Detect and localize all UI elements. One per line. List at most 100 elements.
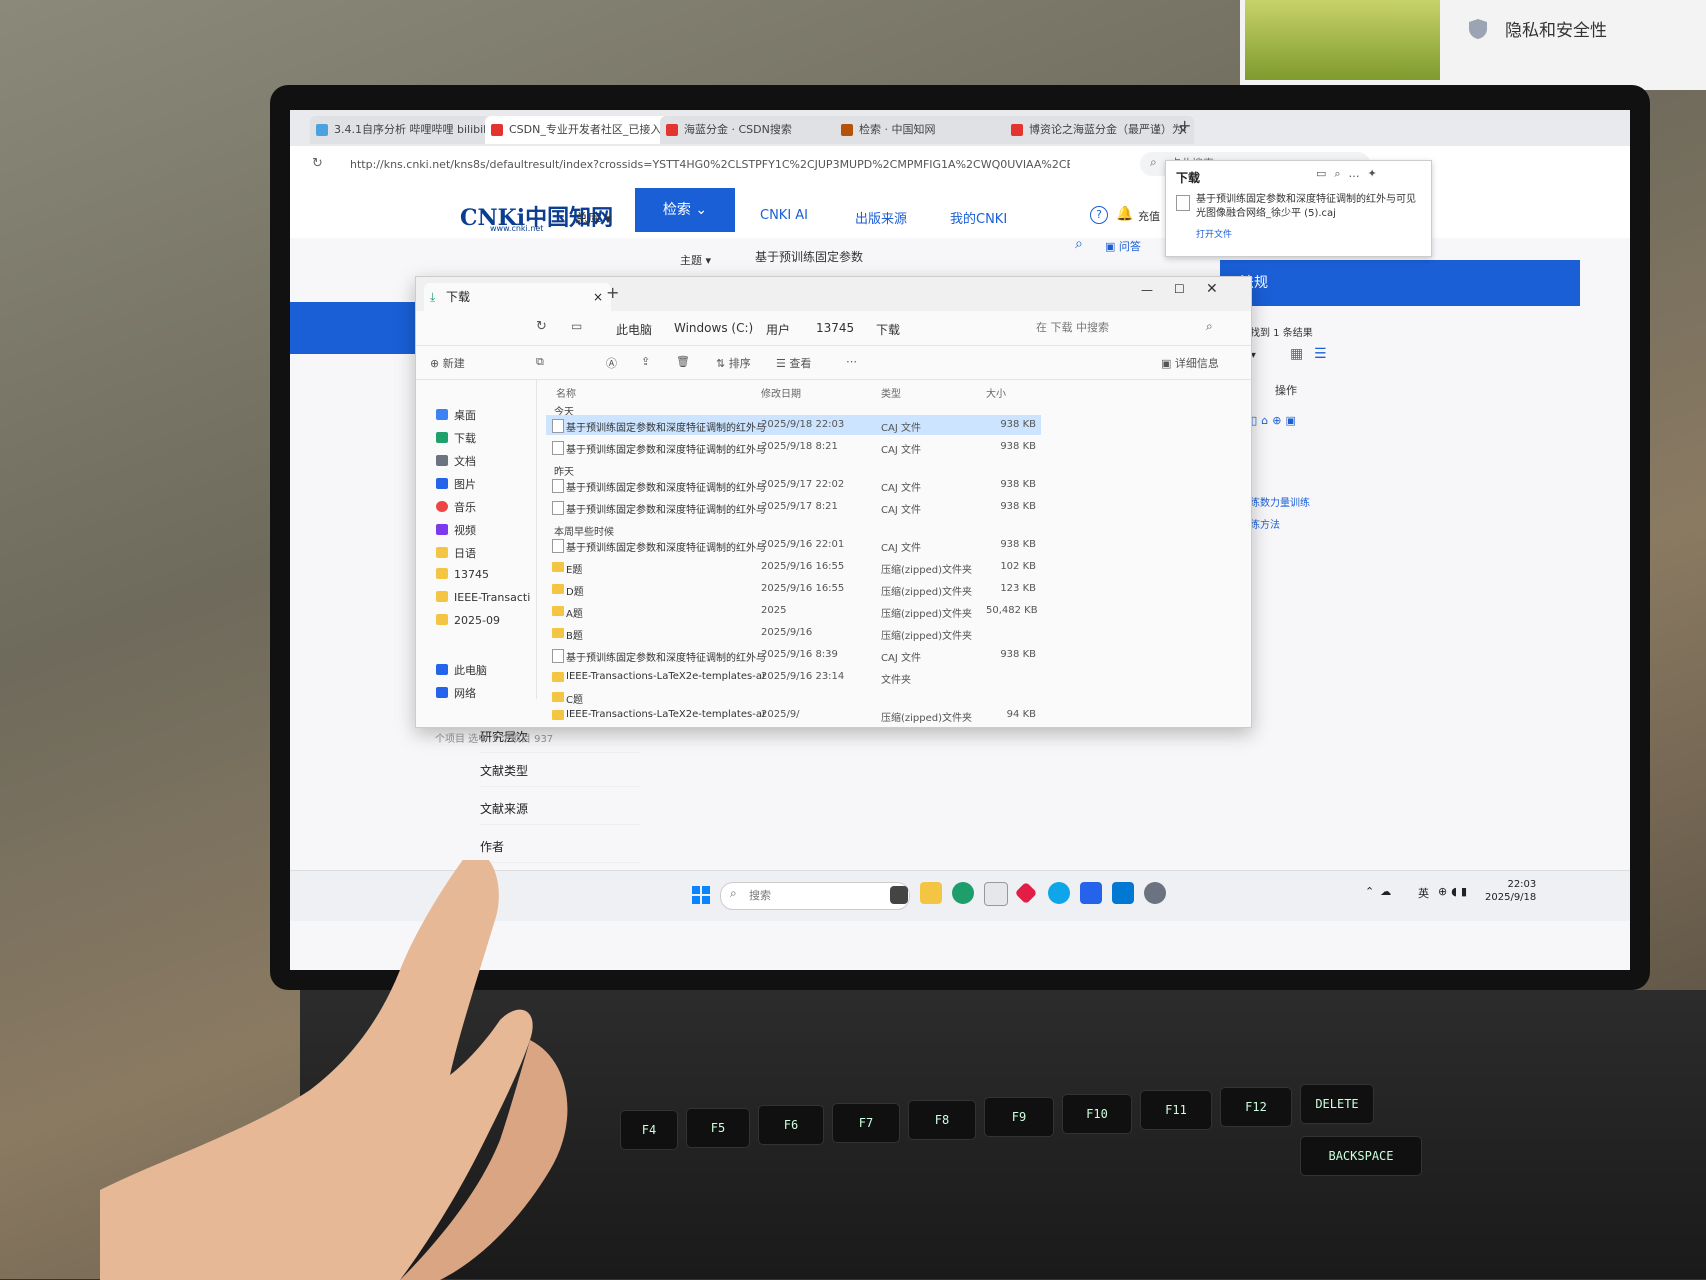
help-icon[interactable]: ? [1090,206,1108,224]
rename-icon[interactable]: Ⓐ [606,355,617,371]
column-header-name[interactable]: 名称 [556,385,576,400]
file-row[interactable]: D题 2025/9/16 16:55 压缩(zipped)文件夹 123 KB [546,579,1041,599]
explorer-search-input[interactable]: 在 下载 中搜索 [1036,317,1206,339]
file-row[interactable]: B题 2025/9/16 压缩(zipped)文件夹 [546,623,1041,643]
key-delete[interactable]: DELETE [1300,1084,1374,1124]
close-icon[interactable]: × [593,283,603,311]
copy-icon[interactable]: ⧉ [536,355,544,369]
browser-tab[interactable]: 3.4.1自序分析 哔哩哔哩 bilibili× [310,116,504,144]
qa-button[interactable]: ▣ 问答 [1105,238,1141,254]
key-f4[interactable]: F4 [620,1110,678,1150]
bell-icon[interactable]: 🔔 [1116,206,1133,222]
column-header-size[interactable]: 大小 [986,385,1006,400]
help-app-icon[interactable] [1048,882,1070,904]
search-field-select[interactable]: 主题 ▾ [680,252,711,268]
close-window-button[interactable]: ✕ [1206,281,1218,297]
url-field[interactable]: http://kns.cnki.net/kns8s/defaultresult/… [350,154,1070,176]
sidebar-item-downloads[interactable]: 下载 [436,430,476,446]
file-row[interactable]: E题 2025/9/16 16:55 压缩(zipped)文件夹 102 KB [546,557,1041,577]
share-icon[interactable]: ⇪ [641,355,650,368]
downloads-panel-icons[interactable]: ▭⌕…✦ [1316,167,1385,181]
sidebar-item-folder[interactable]: IEEE-Transactic [436,591,531,604]
file-row[interactable]: 基于预训练固定参数和深度特征调制的红外与可... 2025/9/16 22:01 C… [546,535,1041,555]
file-row[interactable]: 基于预训练固定参数和深度特征调制的红外与可... 2025/9/16 8:39 CA… [546,645,1041,665]
key-f10[interactable]: F10 [1062,1094,1132,1134]
view-button[interactable]: ☰ 查看 [776,355,811,371]
settings-icon[interactable] [1144,882,1166,904]
key-f7[interactable]: F7 [832,1103,900,1143]
breadcrumb-downloads[interactable]: 下载 [876,321,900,338]
key-f11[interactable]: F11 [1140,1090,1212,1130]
explorer-tab[interactable]: ⤓ 下载 × [424,283,611,311]
file-row[interactable]: C题 [546,687,1041,707]
browser-tab[interactable]: CSDN_专业开发者社区_已接入D...× [485,116,679,144]
task-view-icon[interactable] [890,886,908,904]
browser-tab[interactable]: 检索 · 中国知网× [835,116,1024,144]
file-row[interactable]: 基于预训练固定参数和深度特征调制的红外与可... 2025/9/17 22:02 C… [546,475,1041,495]
key-f6[interactable]: F6 [758,1105,824,1145]
breadcrumb-user-folder[interactable]: 13745 [816,321,854,335]
refresh-icon[interactable]: ↻ [536,319,547,334]
filter-document-type[interactable]: 文献类型 [480,756,640,787]
cnki-search-button[interactable]: 检索 ⌄ [635,188,735,232]
key-f12[interactable]: F12 [1220,1087,1292,1127]
cnki-search-input[interactable]: 基于预训练固定参数 [755,248,863,265]
maximize-button[interactable]: ☐ [1174,282,1185,296]
key-f5[interactable]: F5 [686,1108,750,1148]
recharge-link[interactable]: 充值 [1138,208,1160,224]
nav-publication-source[interactable]: 出版来源 [855,208,907,227]
file-row[interactable]: IEEE-Transactions-LaTeX2e-templates-and-… [546,667,1041,687]
system-tray-icons[interactable]: ⊕◖▮ [1438,885,1471,898]
edge-icon[interactable] [952,882,974,904]
new-tab-button[interactable]: + [1178,116,1191,135]
breadcrumb-windows-c[interactable]: Windows (C:) [674,321,753,335]
breadcrumb-users[interactable]: 用户 [766,321,790,338]
taskbar-clock[interactable]: 22:03 2025/9/18 [1485,878,1536,904]
key-f9[interactable]: F9 [984,1097,1054,1137]
tray-icons[interactable]: ⌃☁ [1365,885,1397,898]
downloaded-file-name[interactable]: 基于预训练固定参数和深度特征调制的红外与可见光图像融合网络_徐少平 (5).ca… [1196,193,1416,221]
sidebar-item-network[interactable]: 网络 [436,685,476,701]
sidebar-item-desktop[interactable]: 桌面 [436,407,476,423]
grid-view-icon[interactable]: ▦ [1290,346,1303,362]
outlook-icon[interactable] [1112,882,1134,904]
file-row[interactable]: A题 2025 压缩(zipped)文件夹 50,482 KB [546,601,1041,621]
column-header-date[interactable]: 修改日期 [761,385,801,400]
new-tab-button[interactable]: + [606,283,619,302]
sidebar-item-music[interactable]: 音乐 [436,499,476,515]
column-header-type[interactable]: 类型 [881,385,901,400]
refresh-icon[interactable]: ↻ [312,156,323,171]
browser-tab[interactable]: 博资论之海蓝分金（最严谨）为 × [1005,116,1194,144]
list-view-icon[interactable]: ☰ [1314,346,1327,362]
sidebar-item-folder[interactable]: 日语 [436,545,476,561]
sidebar-item-this-pc[interactable]: 此电脑 [436,662,487,678]
browser-tab[interactable]: 海蓝分金 · CSDN搜索× [660,116,854,144]
minimize-button[interactable]: — [1141,283,1153,297]
new-button[interactable]: ⊕ 新建 [430,355,465,371]
app-icon[interactable] [1080,882,1102,904]
sidebar-item-pictures[interactable]: 图片 [436,476,476,492]
file-row[interactable]: 基于预训练固定参数和深度特征调制的红外与可... 2025/9/18 8:21 CA… [546,437,1041,457]
file-row[interactable]: 基于预训练固定参数和深度特征调制的红外与可... 2025/9/17 8:21 CA… [546,497,1041,517]
file-row[interactable]: 基于预训练固定参数和深度特征调制的红外与可... 2025/9/18 22:03 C… [546,415,1041,435]
sidebar-item-videos[interactable]: 视频 [436,522,476,538]
sidebar-item-documents[interactable]: 文档 [436,453,476,469]
sidebar-item-folder[interactable]: 13745 [436,568,489,581]
nav-cnki-ai[interactable]: CNKI AI [760,208,808,223]
sidebar-item-folder[interactable]: 2025-09 [436,614,500,627]
taskbar-search-input[interactable]: 搜索 [720,882,910,910]
filter-author[interactable]: 作者 [480,832,640,863]
open-file-link[interactable]: 打开文件 [1196,227,1232,240]
key-backspace[interactable]: BACKSPACE [1300,1136,1422,1176]
search-icon[interactable]: ⌕ [1075,236,1083,252]
more-icon[interactable]: ⋯ [846,355,857,368]
sort-button[interactable]: ⇅ 排序 [716,355,751,371]
delete-icon[interactable]: 🗑 [676,355,690,368]
store-icon[interactable] [984,882,1008,906]
windows-start-icon[interactable] [692,886,710,904]
file-row[interactable]: IEEE-Transactions-LaTeX2e-templates-and.… [546,705,1041,724]
breadcrumb-this-pc[interactable]: 此电脑 [616,321,652,338]
file-explorer-icon[interactable] [920,882,942,904]
database-select[interactable]: 总库 ▾ [575,208,612,227]
key-f8[interactable]: F8 [908,1100,976,1140]
